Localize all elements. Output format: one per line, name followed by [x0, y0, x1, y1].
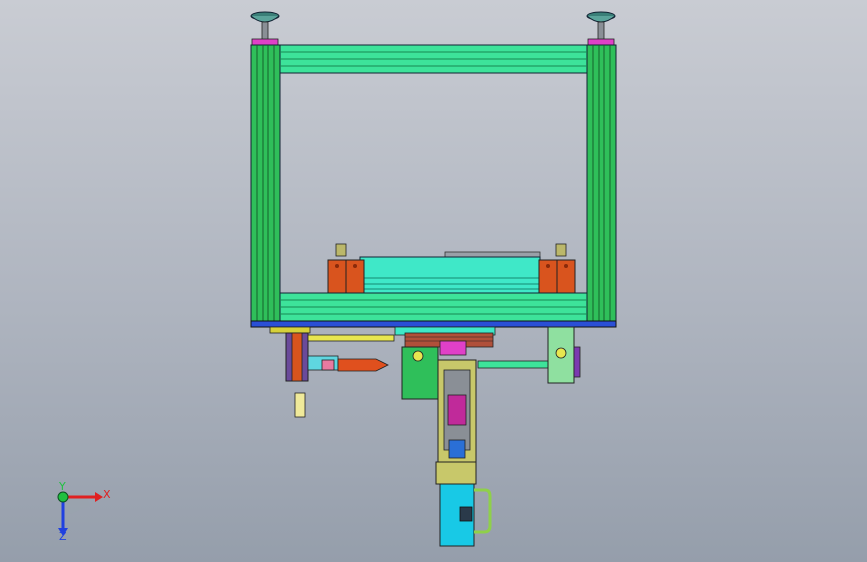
leveling-foot-left	[250, 11, 280, 41]
y-axis-label: Y	[59, 480, 66, 493]
x-axis-label: X	[103, 488, 111, 501]
clamp-block-right	[538, 243, 576, 294]
frame-post-left	[250, 44, 281, 324]
leveling-foot-right	[586, 11, 616, 41]
lower-cyan-box	[439, 483, 492, 547]
post-cap-left	[251, 38, 279, 46]
z-axis-label: Z	[59, 530, 67, 543]
frame-top-beam	[279, 44, 588, 74]
left-cylinder-assembly	[269, 326, 395, 418]
base-plate	[250, 320, 617, 328]
cad-viewport[interactable]: X Y Z	[0, 0, 867, 562]
right-bracket	[547, 326, 581, 384]
machine-model[interactable]	[0, 0, 867, 562]
frame-bottom-beam	[279, 292, 588, 322]
vertical-column	[435, 359, 477, 485]
tray-assembly	[359, 251, 541, 294]
post-cap-right	[587, 38, 615, 46]
y-axis-dot	[57, 491, 69, 503]
clamp-block-left	[327, 243, 365, 294]
frame-post-right	[586, 44, 617, 324]
